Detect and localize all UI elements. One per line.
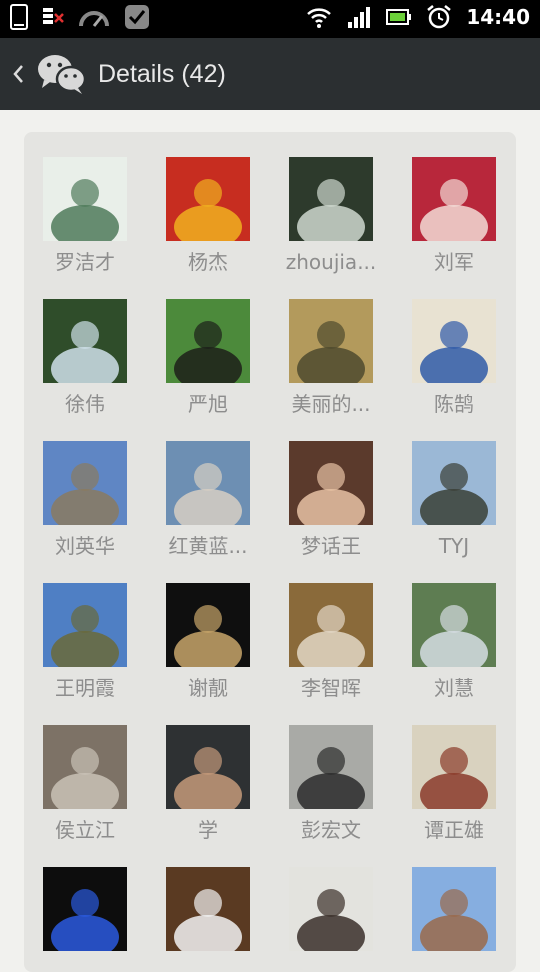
member-name: 彭宏文	[301, 818, 361, 842]
ornament-avatar	[166, 157, 250, 241]
chevron-left-icon	[13, 65, 23, 83]
member-item[interactable]: 梦话王	[289, 441, 373, 558]
title-bar: Details (42)	[0, 38, 540, 110]
member-item[interactable]: zhoujia...	[286, 157, 376, 274]
member-item[interactable]: 王明霞	[43, 583, 127, 700]
member-item[interactable]: 红黄蓝...	[166, 441, 250, 558]
member-name: 学	[198, 818, 218, 842]
man-lanyard-avatar	[289, 583, 373, 667]
member-item[interactable]: 刘军	[412, 157, 496, 274]
member-name: 侯立江	[55, 818, 115, 842]
member-name: 陈鹄	[434, 392, 474, 416]
member-name: 李智晖	[301, 676, 361, 700]
teacup-avatar	[412, 299, 496, 383]
wifi-icon	[306, 4, 332, 30]
phone-icon	[10, 4, 28, 30]
check-badge-icon	[124, 4, 150, 30]
member-name: zhoujia...	[285, 250, 377, 274]
seal-logo-avatar	[43, 157, 127, 241]
member-name: 红黄蓝...	[168, 534, 248, 558]
man-plaid-avatar	[412, 725, 496, 809]
member-item[interactable]	[43, 867, 127, 951]
cliff-avatar	[43, 441, 127, 525]
member-item[interactable]: 彭宏文	[289, 725, 373, 842]
clock-time: 14:40	[466, 5, 530, 29]
horse-painting-avatar	[43, 725, 127, 809]
member-item[interactable]: 李智晖	[289, 583, 373, 700]
member-item[interactable]: 谢靓	[166, 583, 250, 700]
mountain-couple-avatar	[43, 583, 127, 667]
coffee-cup-avatar	[166, 867, 250, 951]
couple-photo-avatar	[166, 299, 250, 383]
member-item[interactable]: 徐伟	[43, 299, 127, 416]
pagoda-avatar	[412, 441, 496, 525]
cell-signal-icon	[346, 4, 372, 30]
member-name: 刘慧	[434, 676, 474, 700]
speedometer-icon	[78, 4, 110, 30]
member-item[interactable]: TYJ	[412, 441, 496, 558]
blue-flower-avatar	[43, 867, 127, 951]
member-name: 罗洁才	[55, 250, 115, 274]
member-item[interactable]: 杨杰	[166, 157, 250, 274]
member-item[interactable]: 罗洁才	[43, 157, 127, 274]
member-item[interactable]: 谭正雄	[412, 725, 496, 842]
back-button[interactable]	[8, 60, 30, 88]
member-name: 严旭	[188, 392, 228, 416]
member-item[interactable]	[166, 867, 250, 951]
member-name: 谢靓	[188, 676, 228, 700]
member-name: TYJ	[438, 534, 470, 558]
lakeside-man-avatar	[289, 725, 373, 809]
man-glasses-portrait-avatar	[289, 867, 373, 951]
child-avatar	[412, 157, 496, 241]
page-title: Details (42)	[98, 60, 226, 88]
member-item[interactable]	[289, 867, 373, 951]
status-bar: 14:40	[0, 0, 540, 38]
member-name: 刘军	[434, 250, 474, 274]
member-item[interactable]: 美丽的...	[289, 299, 373, 416]
alarm-clock-icon	[426, 4, 452, 30]
campus-building-avatar	[412, 867, 496, 951]
member-item[interactable]: 刘慧	[412, 583, 496, 700]
member-name: 王明霞	[55, 676, 115, 700]
member-name: 美丽的...	[291, 392, 371, 416]
member-item[interactable]: 侯立江	[43, 725, 127, 842]
battery-icon	[386, 4, 412, 30]
pine-trees-avatar	[43, 299, 127, 383]
member-name: 刘英华	[55, 534, 115, 558]
woman-indoor-avatar	[166, 583, 250, 667]
member-item[interactable]: 刘英华	[43, 441, 127, 558]
man-glasses-avatar	[166, 725, 250, 809]
member-item[interactable]	[412, 867, 496, 951]
waterfall-avatar	[289, 157, 373, 241]
member-item[interactable]: 严旭	[166, 299, 250, 416]
member-item[interactable]: 陈鹄	[412, 299, 496, 416]
member-name: 谭正雄	[424, 818, 484, 842]
wechat-logo-icon	[36, 52, 88, 96]
member-item[interactable]: 学	[166, 725, 250, 842]
beach-couple-avatar	[166, 441, 250, 525]
hiking-group-avatar	[412, 583, 496, 667]
member-name: 徐伟	[65, 392, 105, 416]
no-signal-icon	[42, 4, 64, 30]
member-name: 杨杰	[188, 250, 228, 274]
tank-avatar	[289, 299, 373, 383]
woman-portrait-avatar	[289, 441, 373, 525]
member-name: 梦话王	[301, 534, 361, 558]
members-panel: 罗洁才 杨杰 zhoujia... 刘军徐伟 严旭 美丽的... 陈鹄刘英华 红黄蓝... 梦话…	[24, 132, 516, 972]
member-grid: 罗洁才 杨杰 zhoujia... 刘军徐伟 严旭 美丽的... 陈鹄刘英华 红黄蓝... 梦话…	[43, 157, 496, 951]
